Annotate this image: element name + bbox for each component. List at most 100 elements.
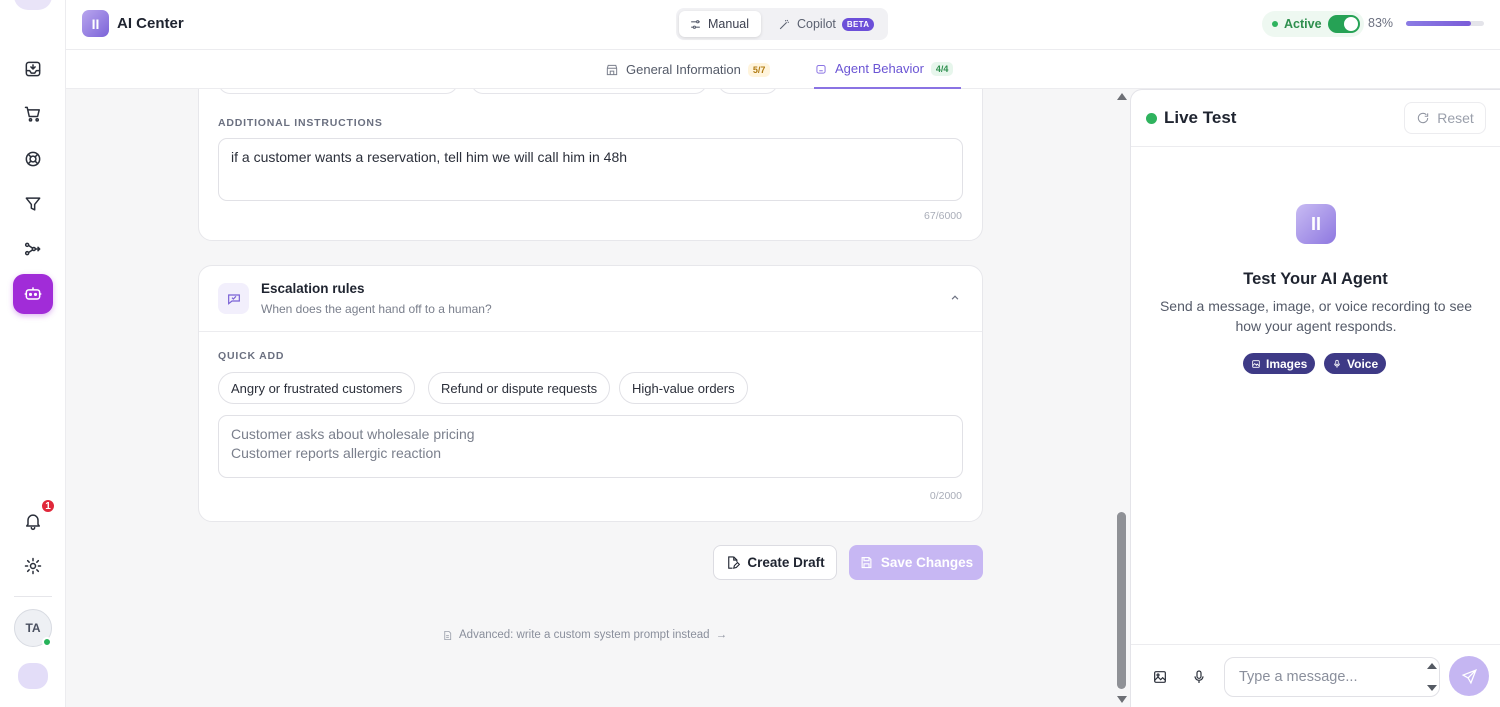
empty-state-description: Send a message, image, or voice recordin… <box>1159 298 1473 334</box>
bell-icon[interactable] <box>21 509 45 533</box>
voice-pill-label: Voice <box>1347 356 1379 371</box>
save-icon <box>861 556 872 569</box>
assistant-bubble-icon[interactable] <box>18 663 48 689</box>
image-icon <box>1252 359 1260 368</box>
scroll-down-arrow[interactable] <box>1117 696 1127 703</box>
page-title: AI Center <box>117 15 184 32</box>
cart-icon[interactable] <box>21 102 45 126</box>
sidebar-divider <box>14 596 52 597</box>
online-status-dot <box>42 637 52 647</box>
tab-count-badge: 5/7 <box>747 62 771 77</box>
notification-badge: 1 <box>40 498 56 514</box>
live-test-panel: Live Test Reset II Test Your AI Agent Se… <box>1130 89 1500 707</box>
tab-agent-behavior[interactable]: Agent Behavior 4/4 <box>814 50 961 89</box>
quick-add-chip[interactable]: Refund or dispute requests <box>428 372 611 404</box>
mode-manual-label: Manual <box>708 17 749 31</box>
input-scroll-arrows[interactable] <box>1427 661 1437 693</box>
reset-button[interactable]: Reset <box>1404 102 1486 134</box>
quick-add-chip[interactable]: High-value orders <box>619 372 748 404</box>
support-icon[interactable] <box>21 147 45 171</box>
chevron-up-icon[interactable] <box>948 291 962 305</box>
completion-progress-bar <box>1406 21 1484 26</box>
funnel-icon[interactable] <box>21 192 45 216</box>
active-toggle[interactable] <box>1327 15 1360 33</box>
quick-add-chip-partial[interactable] <box>218 89 458 94</box>
send-icon <box>1461 668 1477 684</box>
live-test-title: Live Test <box>1164 108 1237 127</box>
progress-fill <box>1406 21 1471 26</box>
instructions-card: ADDITIONAL INSTRUCTIONS if a customer wa… <box>198 89 983 241</box>
mode-switch: Manual Copilot BETA <box>676 8 888 40</box>
arrow-right-icon: → <box>715 629 728 641</box>
save-changes-label: Save Changes <box>880 555 974 570</box>
message-composer <box>1131 644 1500 707</box>
tab-label: Agent Behavior <box>835 61 924 76</box>
mode-copilot-label: Copilot <box>797 17 836 31</box>
storefront-icon <box>606 64 618 75</box>
top-header: II AI Center Manual Copilot BETA Active … <box>66 0 1500 50</box>
quick-add-chip-partial[interactable] <box>471 89 707 94</box>
create-draft-button[interactable]: Create Draft <box>713 545 837 580</box>
main-content: ADDITIONAL INSTRUCTIONS if a customer wa… <box>66 89 1116 707</box>
status-label: Active <box>1284 17 1322 31</box>
main-scrollbar[interactable] <box>1116 89 1128 707</box>
status-dot <box>1272 21 1278 27</box>
mode-copilot-button[interactable]: Copilot BETA <box>768 11 884 37</box>
scroll-up-arrow[interactable] <box>1117 93 1127 100</box>
additional-instructions-label: ADDITIONAL INSTRUCTIONS <box>218 117 383 129</box>
empty-state-title: Test Your AI Agent <box>1243 270 1388 288</box>
workflow-icon[interactable] <box>21 237 45 261</box>
quick-add-chip-partial[interactable] <box>718 89 778 94</box>
bot-icon <box>816 64 826 74</box>
instructions-char-counter: 67/6000 <box>924 210 962 222</box>
save-changes-button[interactable]: Save Changes <box>849 545 983 580</box>
mode-manual-button[interactable]: Manual <box>679 11 761 37</box>
scroll-thumb[interactable] <box>1117 512 1126 689</box>
quick-add-label: QUICK ADD <box>218 350 285 362</box>
reset-label: Reset <box>1437 110 1474 126</box>
attach-image-icon[interactable] <box>1152 669 1170 687</box>
magic-wand-icon <box>779 19 789 29</box>
placeholder-line: Customer asks about wholesale pricing <box>231 426 475 442</box>
tab-general-information[interactable]: General Information 5/7 <box>605 50 771 89</box>
additional-instructions-field[interactable]: if a customer wants a reservation, tell … <box>218 138 963 201</box>
scroll-down-arrow[interactable] <box>1427 685 1437 691</box>
sidebar: 1 TA <box>0 0 66 707</box>
document-icon <box>444 630 452 640</box>
refresh-icon <box>1418 112 1429 124</box>
file-edit-icon <box>728 556 741 569</box>
section-tabs: General Information 5/7 Agent Behavior 4… <box>66 50 1500 89</box>
scroll-up-arrow[interactable] <box>1427 663 1437 669</box>
record-voice-icon[interactable] <box>1191 669 1209 687</box>
agent-status: Active <box>1262 11 1364 37</box>
ai-agent-nav-active-icon[interactable] <box>13 274 53 314</box>
escalation-char-counter: 0/2000 <box>929 490 962 502</box>
send-button[interactable] <box>1449 656 1489 696</box>
agent-logo-icon: II <box>1296 204 1336 244</box>
handoff-icon <box>218 283 249 314</box>
message-input[interactable] <box>1224 657 1440 697</box>
sliders-icon <box>691 19 700 29</box>
escalation-card: Escalation rules When does the agent han… <box>198 265 983 522</box>
live-test-header: Live Test Reset <box>1131 90 1500 147</box>
tab-label: General Information <box>626 62 741 77</box>
create-draft-label: Create Draft <box>747 555 825 570</box>
beta-badge: BETA <box>841 17 875 31</box>
advanced-prompt-link[interactable]: Advanced: write a custom system prompt i… <box>442 629 727 641</box>
advanced-prompt-label: Advanced: write a custom system prompt i… <box>459 629 710 641</box>
tab-count-badge: 4/4 <box>930 61 954 76</box>
microphone-icon <box>1334 359 1340 368</box>
brand-logo-icon: II <box>82 10 109 37</box>
inbox-icon[interactable] <box>21 57 45 81</box>
settings-icon[interactable] <box>21 554 45 578</box>
images-pill-label: Images <box>1266 356 1308 371</box>
completion-percent: 83% <box>1368 16 1394 30</box>
escalation-rules-field[interactable]: Customer asks about wholesale pricing Cu… <box>218 415 963 478</box>
escalation-header[interactable]: Escalation rules When does the agent han… <box>199 266 982 332</box>
quick-add-chip[interactable]: Angry or frustrated customers <box>218 372 416 404</box>
logo-icon <box>14 0 52 10</box>
live-status-dot <box>1146 113 1157 124</box>
escalation-title: Escalation rules <box>261 281 365 296</box>
escalation-subtitle: When does the agent hand off to a human? <box>261 302 492 316</box>
images-pill: Images <box>1243 353 1316 374</box>
